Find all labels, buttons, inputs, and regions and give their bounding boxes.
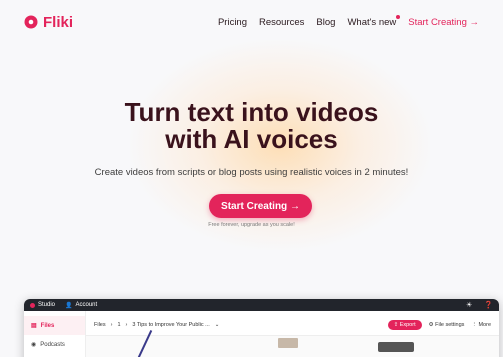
new-indicator-dot [396,14,401,19]
sidebar-item-podcasts[interactable]: ◉ Podcasts [24,335,85,354]
nav-start-creating-link[interactable]: Start Creating → [408,17,479,28]
sidebar-item-label: Podcasts [40,341,65,348]
chevron-down-icon[interactable]: ⌄ [215,322,220,328]
podcast-icon: ◉ [31,342,37,348]
tab-account[interactable]: 👤 Account [65,302,97,309]
nav-link-whats-new-label: What's new [347,16,397,28]
breadcrumb-separator: › [125,322,128,328]
breadcrumb-folder[interactable]: 1 [117,322,120,328]
studio-sidebar: ▤ Files ◉ Podcasts [24,311,86,357]
sun-icon[interactable]: ☀ [466,301,472,309]
studio-topbar: Studio 👤 Account ☀ ❓ [24,299,499,311]
breadcrumb-file[interactable]: 3 Tips to Improve Your Public ... [132,322,209,328]
hero-title-line-2: with AI voices [165,124,338,154]
start-creating-button[interactable]: Start Creating → [209,194,312,218]
top-nav: Fliki Pricing Resources Blog What's new … [0,0,503,44]
breadcrumb-files[interactable]: Files [94,322,106,328]
studio-main: Files › 1 › 3 Tips to Improve Your Publi… [86,311,499,357]
hero-subtitle: Create videos from scripts or blog posts… [94,167,409,178]
studio-icon [30,302,35,308]
studio-preview: Studio 👤 Account ☀ ❓ ▤ Files ◉ Podcasts … [24,299,499,357]
brand-logo[interactable]: Fliki [24,14,73,31]
nav-link-pricing[interactable]: Pricing [218,17,247,28]
hero-title-line-1: Turn text into videos [124,97,379,127]
fliki-logo-icon [24,15,38,29]
export-icon: ⇪ [393,322,399,328]
avatar-thumbnail[interactable] [278,338,298,348]
tab-studio-label: Studio [38,302,56,308]
media-thumbnail[interactable] [378,342,414,352]
tab-studio[interactable]: Studio [30,302,55,308]
file-settings-label: File settings [435,322,465,328]
user-icon: 👤 [65,302,73,309]
file-settings-button[interactable]: ⚙ File settings [429,322,465,328]
nav-link-blog[interactable]: Blog [316,17,335,28]
brand-name: Fliki [43,13,74,31]
export-button[interactable]: ⇪ Export [387,320,422,330]
more-button[interactable]: ⋮ More [471,322,491,328]
more-label: More [478,322,491,328]
hero-title: Turn text into videos with AI voices [0,99,503,153]
file-icon: ▤ [31,323,37,329]
export-label: Export [399,322,416,328]
nav-link-whats-new[interactable]: What's new [347,14,401,28]
nav-link-resources[interactable]: Resources [259,17,304,28]
cta-note: Free forever, upgrade as you scale! [208,222,295,228]
gear-icon: ⚙ [428,322,434,328]
breadcrumb-separator: › [110,322,113,328]
tab-account-label: Account [75,302,98,308]
sidebar-item-files[interactable]: ▤ Files [24,316,85,335]
sidebar-item-label: Files [40,322,55,329]
help-icon[interactable]: ❓ [484,301,493,309]
more-icon: ⋮ [471,322,477,328]
